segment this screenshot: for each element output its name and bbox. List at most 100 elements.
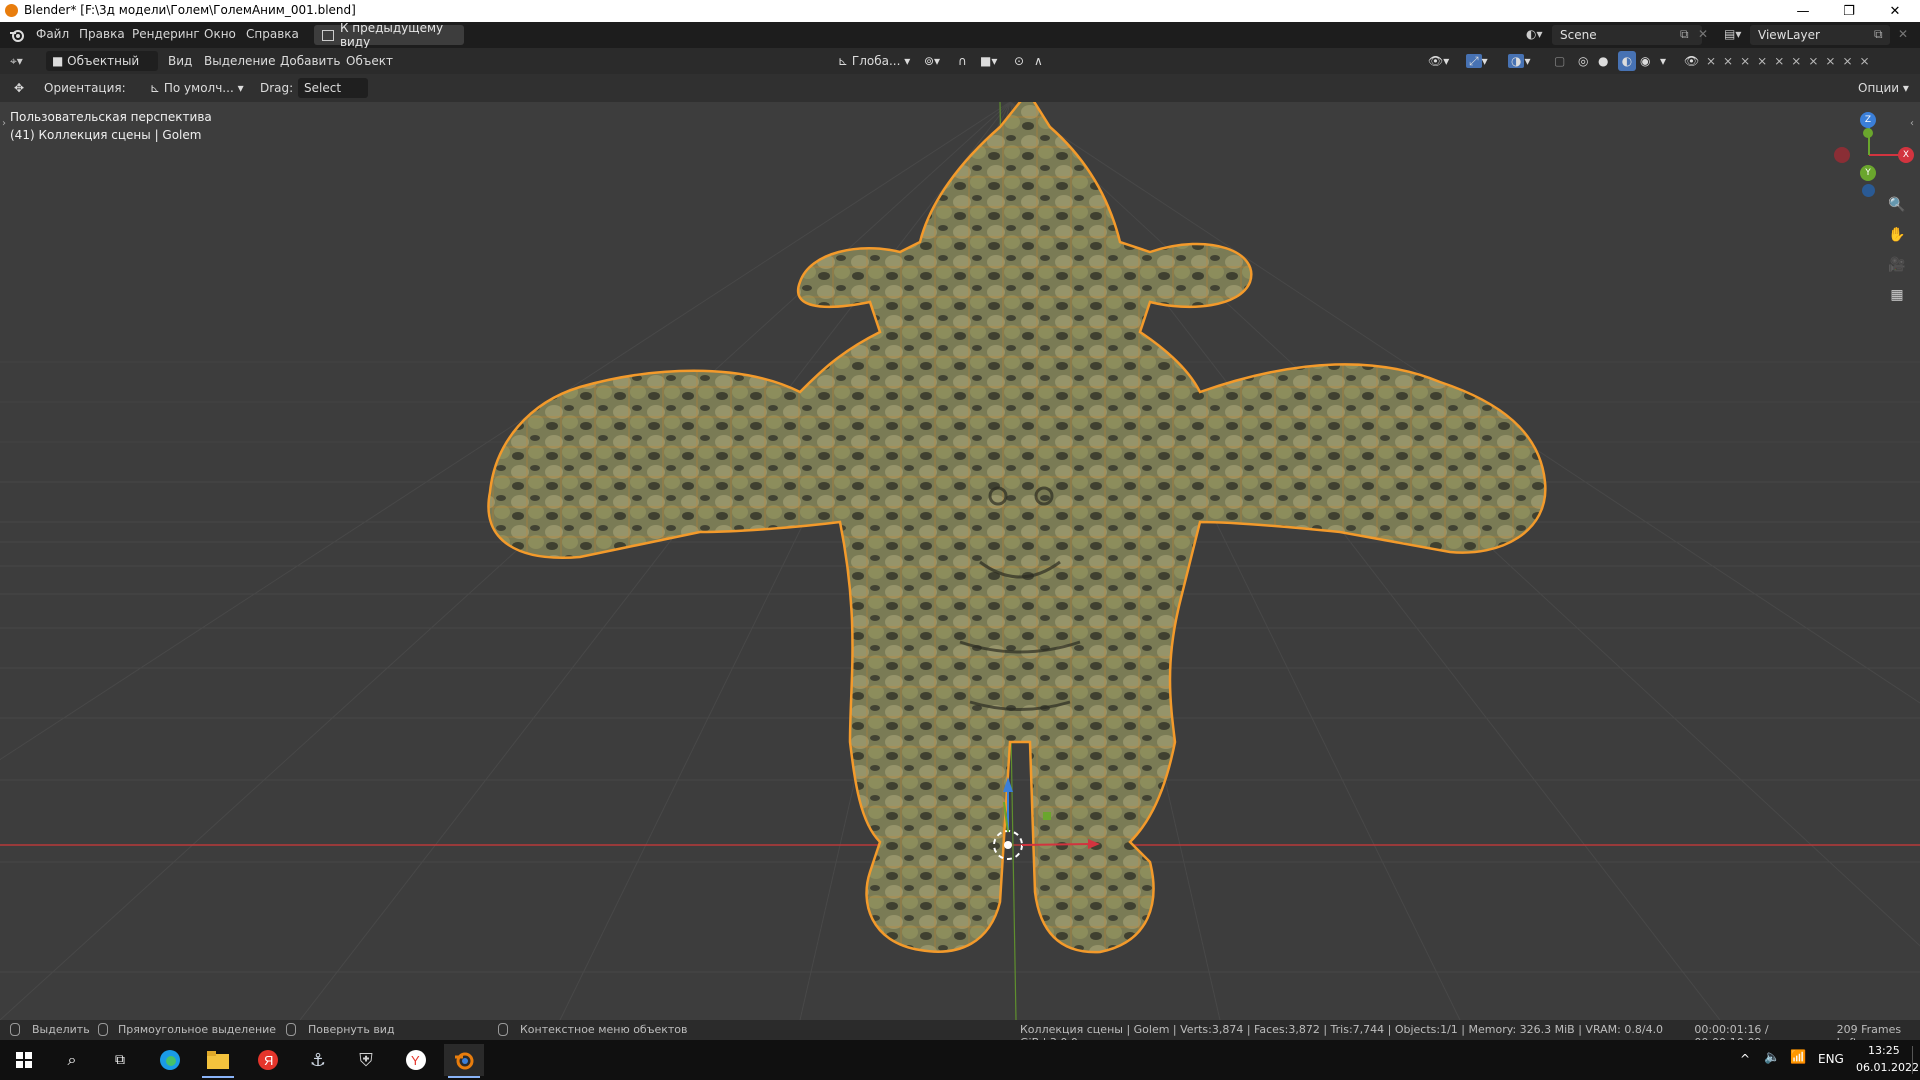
- zoom-magnifier-icon[interactable]: 🔍: [1886, 194, 1908, 216]
- shading-options-icon[interactable]: ▾: [1660, 51, 1672, 71]
- pan-hand-icon[interactable]: ✋: [1886, 224, 1908, 246]
- tool-settings-header: ✥ Ориентация: ⊾ По умолч... ▾ Drag: Sele…: [0, 74, 1920, 115]
- file-explorer-icon[interactable]: [198, 1044, 238, 1078]
- back-to-previous-button[interactable]: К предыдущему виду: [314, 21, 464, 49]
- navigation-gizmo[interactable]: Z X Y: [1824, 110, 1914, 200]
- menu-object[interactable]: Объект: [346, 51, 393, 71]
- menu-add[interactable]: Добавить: [280, 51, 340, 71]
- editor-type-icon[interactable]: ⌖▾: [10, 51, 38, 71]
- tray-overflow-icon[interactable]: ^: [1740, 1052, 1750, 1066]
- language-indicator[interactable]: ENG: [1818, 1052, 1844, 1066]
- scene-copy-icon[interactable]: ⧉: [1680, 27, 1689, 42]
- snap-increment-icon[interactable]: ■▾: [980, 51, 1004, 71]
- network-icon[interactable]: 📶: [1790, 1050, 1806, 1065]
- speaker-icon[interactable]: 🔈: [1764, 1050, 1780, 1065]
- view-layer-close-icon[interactable]: ✕: [1898, 27, 1908, 41]
- shading-material-icon[interactable]: ◐: [1618, 51, 1636, 71]
- falloff-icon[interactable]: ∧: [1034, 51, 1054, 71]
- svg-text:Я: Я: [264, 1053, 273, 1068]
- edge-browser-icon[interactable]: [150, 1044, 190, 1076]
- status-context-menu: Контекстное меню объектов: [498, 1023, 688, 1036]
- collection-info-label: (41) Коллекция сцены | Golem: [10, 128, 202, 142]
- mouse-left-icon: [10, 1023, 20, 1036]
- visibility-selectability-icon[interactable]: 👁▾: [1428, 51, 1456, 71]
- viewport-scene: [0, 102, 1920, 1020]
- status-select: Выделить: [10, 1023, 90, 1036]
- task-view-icon[interactable]: ⧉: [100, 1044, 140, 1076]
- menu-file[interactable]: Файл: [36, 27, 69, 41]
- yandex-browser-icon[interactable]: Я: [248, 1044, 288, 1076]
- drag-select[interactable]: Select Box ▾: [298, 78, 368, 115]
- 3d-viewport[interactable]: Пользовательская перспектива (41) Коллек…: [0, 102, 1920, 1020]
- gizmo-toggle-icon[interactable]: ⤢ ▾: [1466, 51, 1498, 71]
- back-button-label: К предыдущему виду: [339, 21, 444, 49]
- gizmo-neg-x-icon[interactable]: [1834, 147, 1850, 163]
- drag-label: Drag:: [260, 81, 294, 95]
- sidebar-toggle-icon[interactable]: ‹: [1910, 118, 1914, 129]
- scene-icon[interactable]: ◐▾: [1526, 27, 1550, 43]
- scene-close-icon[interactable]: ✕: [1698, 27, 1708, 41]
- gizmo-x-icon[interactable]: X: [1898, 147, 1914, 163]
- blender-logo-icon: [5, 4, 18, 17]
- window-titlebar: Blender* [F:\3д модели\Голем\ГолемАним_0…: [0, 0, 1920, 22]
- mouse-drag-icon: [98, 1023, 108, 1036]
- ortho-grid-icon[interactable]: ▦: [1886, 284, 1908, 306]
- move-tool-icon[interactable]: ✥: [14, 78, 32, 98]
- windows-taskbar: ⌕ ⧉ Я ⚓ ⛨ Y ^ 🔈 📶 ENG 13:25 06.01.2022: [0, 1040, 1920, 1080]
- clock-time[interactable]: 13:25: [1868, 1044, 1900, 1057]
- yandex-icon[interactable]: Y: [396, 1044, 436, 1076]
- toolbar-toggle-icon[interactable]: ›: [2, 118, 6, 129]
- shading-solid-icon[interactable]: ●: [1598, 51, 1614, 71]
- restrict-toggles-icon[interactable]: ⨯⨯⨯⨯⨯⨯⨯⨯⨯⨯: [1706, 51, 1906, 71]
- shading-rendered-icon[interactable]: ◉: [1640, 51, 1656, 71]
- orientation-gizmo-icon: ⊾: [150, 81, 164, 95]
- mouse-middle-icon: [286, 1023, 296, 1036]
- orientation-axes-icon: ⊾: [838, 54, 852, 68]
- gizmo-y-icon[interactable]: Y: [1860, 165, 1876, 181]
- search-icon[interactable]: ⌕: [52, 1044, 92, 1076]
- tanks-game-icon[interactable]: ⛨: [346, 1044, 386, 1076]
- status-box-select: Прямоугольное выделение: [98, 1023, 276, 1036]
- transform-orientation-select[interactable]: ⊾ Глоба... ▾: [838, 51, 918, 71]
- mode-select[interactable]: ■ Объектный ... ▾: [46, 51, 158, 88]
- view-layer-field[interactable]: ViewLayer: [1750, 25, 1890, 45]
- gizmo-y-small-icon[interactable]: [1863, 128, 1873, 138]
- proportional-edit-icon[interactable]: ⊙: [1014, 51, 1030, 71]
- overlays-toggle-icon[interactable]: ◑ ▾: [1508, 51, 1540, 71]
- viewport-header: ⌖▾ ■ Объектный ... ▾ Вид Выделение Добав…: [0, 48, 1920, 88]
- view-layer-icon[interactable]: ▤▾: [1724, 27, 1748, 43]
- windows-start-icon[interactable]: [4, 1044, 44, 1076]
- menu-window[interactable]: Окно: [204, 27, 236, 41]
- menu-view[interactable]: Вид: [168, 51, 192, 71]
- blender-topbar: Файл Правка Рендеринг Окно Справка К пре…: [0, 21, 1920, 49]
- blender-taskbar-icon[interactable]: [444, 1044, 484, 1078]
- snap-magnet-icon[interactable]: ∩: [958, 51, 974, 71]
- gizmo-neg-z-icon[interactable]: [1862, 184, 1875, 197]
- camera-view-icon[interactable]: 🎥: [1886, 254, 1908, 276]
- minimize-button[interactable]: —: [1780, 0, 1826, 22]
- menu-edit[interactable]: Правка: [79, 27, 125, 41]
- orientation-label: Ориентация:: [44, 81, 126, 95]
- view-layer-copy-icon[interactable]: ⧉: [1874, 27, 1883, 42]
- orientation-select[interactable]: ⊾ По умолч... ▾: [150, 78, 246, 98]
- gizmo-z-icon[interactable]: Z: [1860, 112, 1876, 128]
- menu-render[interactable]: Рендеринг: [132, 27, 200, 41]
- object-mode-icon: ■: [52, 54, 68, 68]
- pivot-point-icon[interactable]: ⊚▾: [924, 51, 952, 71]
- svg-text:Y: Y: [411, 1053, 420, 1068]
- menu-select[interactable]: Выделение: [204, 51, 275, 71]
- view-perspective-label: Пользовательская перспектива: [10, 110, 212, 124]
- blender-menu-icon[interactable]: [9, 27, 25, 43]
- visibility-eye-icon[interactable]: 👁: [1684, 51, 1700, 71]
- ship-game-icon[interactable]: ⚓: [298, 1044, 338, 1076]
- xray-toggle-icon[interactable]: ▢: [1554, 51, 1570, 71]
- options-dropdown[interactable]: Опции ▾: [1858, 78, 1914, 98]
- shading-wireframe-icon[interactable]: ◎: [1578, 51, 1594, 71]
- golem-mesh: [487, 102, 1547, 954]
- menu-help[interactable]: Справка: [246, 27, 299, 41]
- status-bar: Выделить Прямоугольное выделение Поверну…: [0, 1020, 1920, 1049]
- maximize-button[interactable]: ❐: [1826, 0, 1872, 22]
- clock-date[interactable]: 06.01.2022: [1856, 1061, 1919, 1074]
- close-button[interactable]: ✕: [1872, 0, 1918, 22]
- show-desktop-button[interactable]: [1912, 1046, 1916, 1074]
